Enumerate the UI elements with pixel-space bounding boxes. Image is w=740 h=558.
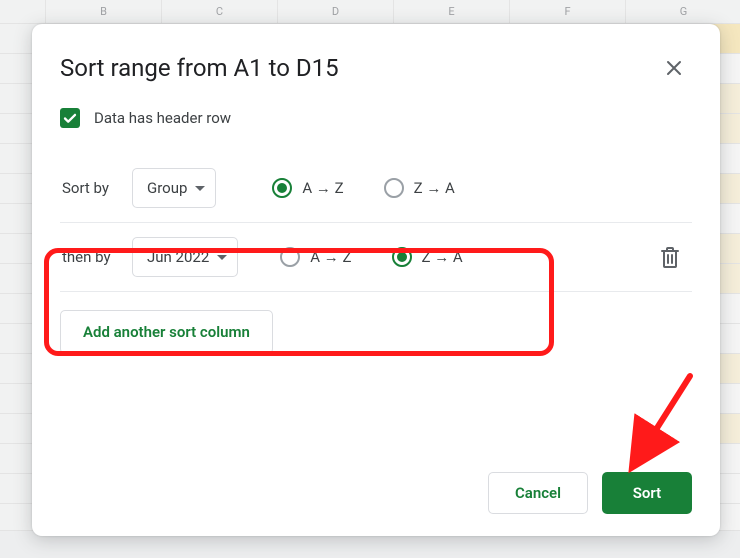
sort-button[interactable]: Sort xyxy=(602,472,692,514)
radio-ring-icon xyxy=(272,178,292,198)
radio-ring-icon xyxy=(384,178,404,198)
sort-rule-1-za-radio[interactable]: Z → A xyxy=(384,178,455,198)
radio-ring-icon xyxy=(392,247,412,267)
sort-rule-2-column-picker[interactable]: Jun 2022 xyxy=(132,237,238,277)
sort-rule-2-az-label: A → Z xyxy=(310,248,351,266)
radio-ring-icon xyxy=(280,247,300,267)
sort-rule-1-za-label: Z → A xyxy=(414,179,455,197)
sort-rule-1-column-value: Group xyxy=(147,179,187,197)
dialog-title: Sort range from A1 to D15 xyxy=(60,54,339,82)
sort-rule-2-lead: then by xyxy=(62,248,132,266)
trash-icon xyxy=(660,246,680,268)
sort-button-label: Sort xyxy=(633,484,661,502)
add-sort-column-button[interactable]: Add another sort column xyxy=(60,310,273,354)
sort-rule-1: Sort by Group A → Z Z → A xyxy=(60,154,692,222)
sort-rule-1-az-label: A → Z xyxy=(302,179,343,197)
sort-rule-1-lead: Sort by xyxy=(62,179,132,197)
header-row-checkbox[interactable] xyxy=(60,108,80,128)
sort-range-dialog: Sort range from A1 to D15 Data has heade… xyxy=(32,24,720,536)
sort-rule-2-za-radio[interactable]: Z → A xyxy=(392,247,463,267)
sort-rule-2-column-value: Jun 2022 xyxy=(147,248,209,266)
delete-rule-button[interactable] xyxy=(650,237,690,277)
add-sort-column-label: Add another sort column xyxy=(83,323,250,341)
sort-rule-1-az-radio[interactable]: A → Z xyxy=(272,178,343,198)
chevron-down-icon xyxy=(195,186,205,191)
header-row-checkbox-label: Data has header row xyxy=(94,109,231,127)
sort-rule-2: then by Jun 2022 A → Z Z → A xyxy=(60,222,692,291)
close-icon xyxy=(666,60,682,76)
sort-rule-2-az-radio[interactable]: A → Z xyxy=(280,247,351,267)
close-button[interactable] xyxy=(656,50,692,86)
cancel-button-label: Cancel xyxy=(515,484,561,502)
cancel-button[interactable]: Cancel xyxy=(488,472,588,514)
sort-rule-1-column-picker[interactable]: Group xyxy=(132,168,216,208)
check-icon xyxy=(63,111,77,125)
chevron-down-icon xyxy=(217,255,227,260)
sort-rule-2-za-label: Z → A xyxy=(422,248,463,266)
